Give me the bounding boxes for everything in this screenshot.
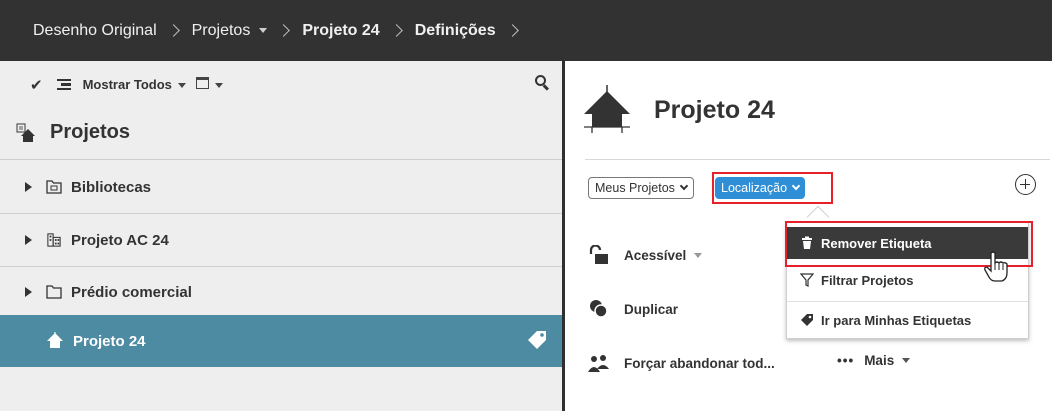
divider <box>787 301 1028 302</box>
show-all-label: Mostrar Todos <box>82 77 172 92</box>
projects-panel: ✔ Mostrar Todos Projetos Bibliotecas Pro… <box>0 61 562 411</box>
unlock-icon <box>589 245 608 264</box>
divider <box>585 159 1050 160</box>
page-title: Projeto 24 <box>654 96 775 124</box>
filter-icon <box>800 273 814 287</box>
search-icon[interactable] <box>535 75 550 91</box>
tree-item-label: Bibliotecas <box>71 178 152 196</box>
projects-icon <box>16 122 35 142</box>
tree-item-label: Prédio comercial <box>71 283 192 301</box>
chevron-down-icon <box>679 181 689 191</box>
library-folder-icon <box>46 180 62 194</box>
breadcrumb-label: Projetos <box>191 21 251 39</box>
breadcrumb-item-desenho-original[interactable]: Desenho Original <box>33 22 157 40</box>
tree-item-predio-comercial[interactable]: Prédio comercial <box>0 266 562 318</box>
caret-down-icon <box>694 252 703 258</box>
tree-item-bibliotecas[interactable]: Bibliotecas <box>0 161 562 213</box>
menu-item-my-tags[interactable]: Ir para Minhas Etiquetas <box>787 304 1028 336</box>
calendar-dropdown[interactable] <box>186 77 223 92</box>
add-circle-icon[interactable] <box>1015 174 1036 195</box>
my-projects-label: Meus Projetos <box>595 181 675 195</box>
tree-item-label: Projeto 24 <box>73 332 146 350</box>
panel-toolbar: ✔ Mostrar Todos <box>0 61 562 108</box>
accessible-label: Acessível <box>624 247 687 263</box>
breadcrumb-item-projetos[interactable]: Projetos <box>192 22 268 40</box>
caret-down-icon <box>902 358 911 363</box>
my-projects-select[interactable]: Meus Projetos <box>588 177 694 199</box>
caret-down-icon <box>259 27 268 33</box>
hand-cursor-icon <box>984 251 1008 282</box>
tree-item-projeto-24[interactable]: Projeto 24 <box>0 315 562 367</box>
building-icon <box>47 233 61 247</box>
duplicate-button[interactable]: Duplicar <box>588 299 678 319</box>
expand-arrow-icon[interactable] <box>25 235 32 245</box>
breadcrumb: Desenho Original Projetos Projeto 24 Def… <box>0 0 1052 61</box>
more-dropdown[interactable]: ••• Mais <box>837 353 911 368</box>
chevron-right-icon <box>389 24 403 37</box>
duplicate-label: Duplicar <box>624 301 679 317</box>
calendar-icon <box>195 77 209 89</box>
users-icon <box>588 355 609 372</box>
tag-icon[interactable] <box>526 330 548 350</box>
expand-arrow-icon[interactable] <box>25 182 32 192</box>
folder-icon <box>46 285 62 299</box>
location-tag-label: Localização <box>721 181 788 195</box>
tag-icon <box>801 314 813 326</box>
chevron-right-icon <box>505 24 519 37</box>
chevron-right-icon <box>277 24 291 37</box>
tree-item-label: Projeto AC 24 <box>71 231 169 249</box>
panel-title: Projetos <box>16 121 130 144</box>
house-icon <box>47 332 63 348</box>
panel-title-label: Projetos <box>50 121 131 143</box>
location-tag-button[interactable]: Localização <box>715 177 806 199</box>
house-icon <box>584 85 630 133</box>
expand-arrow-icon[interactable] <box>25 287 32 297</box>
duplicate-icon <box>590 300 608 318</box>
show-all-dropdown[interactable]: Mostrar Todos <box>83 77 186 92</box>
chevron-right-icon <box>166 24 180 37</box>
force-abandon-button[interactable]: Forçar abandonar tod... <box>588 353 775 373</box>
force-abandon-label: Forçar abandonar tod... <box>624 355 775 371</box>
tree-item-projeto-ac[interactable]: Projeto AC 24 <box>0 214 562 266</box>
breadcrumb-item-definicoes[interactable]: Definições <box>415 22 496 40</box>
chevron-down-icon <box>791 181 801 191</box>
divider <box>0 159 562 160</box>
more-label: Mais <box>864 353 895 368</box>
breadcrumb-item-projeto[interactable]: Projeto 24 <box>302 22 379 40</box>
caret-down-icon <box>177 83 186 89</box>
accessible-dropdown[interactable]: Acessível <box>588 245 703 265</box>
checkmark-icon[interactable]: ✔ <box>30 76 43 94</box>
menu-item-label: Ir para Minhas Etiquetas <box>821 312 972 328</box>
caret-down-icon <box>214 83 223 89</box>
menu-item-label: Filtrar Projetos <box>821 272 914 288</box>
more-dots-icon: ••• <box>837 353 855 368</box>
list-view-icon[interactable] <box>56 77 71 93</box>
